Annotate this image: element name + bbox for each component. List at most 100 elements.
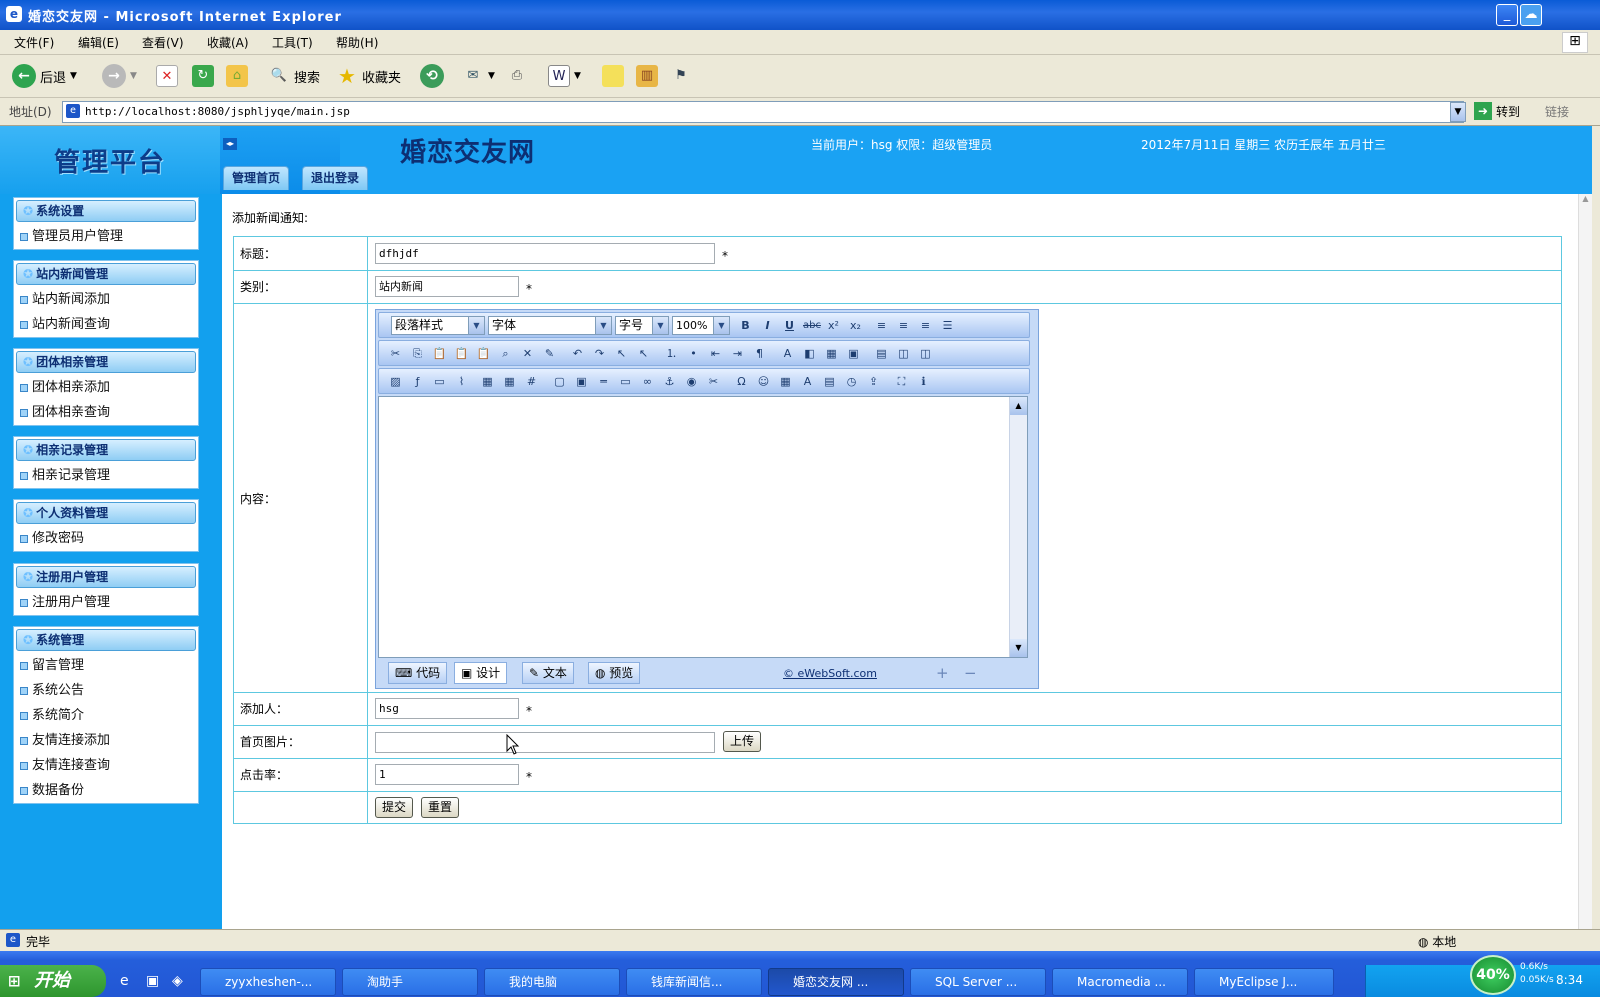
sidebar-item-group-dating-add[interactable]: 团体相亲添加 (14, 375, 198, 400)
superscript-icon[interactable]: x² (825, 317, 842, 334)
align-left-icon[interactable]: ≡ (873, 317, 890, 334)
style-icon[interactable]: ▣ (845, 345, 862, 362)
italic-icon[interactable]: I (759, 317, 776, 334)
menu-edit[interactable]: 编辑(E) (78, 34, 119, 51)
tab-preview[interactable]: ◍ 预览 (588, 662, 641, 684)
tab-design[interactable]: ▣ 设计 (454, 662, 508, 684)
task-qianku[interactable]: 钱库新闻信... (626, 968, 762, 996)
iframe-icon[interactable]: ▣ (573, 373, 590, 390)
layer-icon[interactable]: ▤ (873, 345, 890, 362)
sidebar-item-news-add[interactable]: 站内新闻添加 (14, 287, 198, 312)
collapse-sidebar-icon[interactable]: ◂▸ (223, 138, 237, 150)
font-size-select[interactable]: 字号 ▼ (615, 316, 669, 335)
quicklaunch-app-icon[interactable]: ◈ (172, 973, 183, 989)
upload-button[interactable]: 上传 (723, 731, 761, 752)
cut-icon[interactable]: ✂ (387, 345, 404, 362)
task-taozhushou[interactable]: 淘助手 (342, 968, 478, 996)
page-scrollbar[interactable]: ▲ (1578, 194, 1592, 929)
sidebar-group-header[interactable]: ✪ 注册用户管理 (16, 566, 196, 588)
task-myeclipse[interactable]: MyEclipse J... (1194, 968, 1334, 996)
submit-button[interactable]: 提交 (375, 797, 413, 818)
align-right-icon[interactable]: ≡ (917, 317, 934, 334)
indent-icon[interactable]: ⇥ (729, 345, 746, 362)
table-icon[interactable]: ▦ (479, 373, 496, 390)
marquee-icon[interactable]: ▭ (617, 373, 634, 390)
attachment-icon[interactable]: ⌇ (453, 373, 470, 390)
sidebar-item-messages[interactable]: 留言管理 (14, 653, 198, 678)
scroll-down-icon[interactable]: ▼ (1010, 639, 1027, 657)
sidebar-group-header[interactable]: ✪ 团体相亲管理 (16, 351, 196, 373)
align-center-icon[interactable]: ≡ (895, 317, 912, 334)
link-icon[interactable]: ∞ (639, 373, 656, 390)
clicks-input[interactable]: 1 (375, 764, 519, 785)
paste-word-icon[interactable]: 📋 (475, 345, 492, 362)
time-icon[interactable]: ◷ (843, 373, 860, 390)
print-icon[interactable]: ⎙ (506, 65, 528, 87)
home-icon[interactable]: ⌂ (226, 65, 248, 87)
sidebar-item-links-query[interactable]: 友情连接查询 (14, 753, 198, 778)
task-sql-server[interactable]: SQL Server ... (910, 968, 1046, 996)
author-input[interactable]: hsg (375, 698, 519, 719)
redo-icon[interactable]: ↷ (591, 345, 608, 362)
task-hunlian-active[interactable]: 婚恋交友网 ... (768, 968, 904, 996)
stop-icon[interactable]: ✕ (156, 65, 178, 87)
excel-icon[interactable]: ▦ (777, 373, 794, 390)
editor-scrollbar[interactable]: ▲ ▼ (1009, 397, 1027, 657)
ordered-list-icon[interactable]: ⒈ (663, 345, 680, 362)
search-button[interactable]: 🔍 搜索 (268, 63, 320, 89)
scroll-up-icon[interactable]: ▲ (1579, 194, 1592, 203)
history-icon[interactable]: ⟲ (420, 64, 444, 88)
menu-tools[interactable]: 工具(T) (272, 34, 313, 51)
research-icon[interactable]: ▥ (636, 65, 658, 87)
copyright-link[interactable]: © eWebSoft.com (783, 667, 877, 680)
zoom-select[interactable]: 100% ▼ (672, 316, 730, 335)
favorites-button[interactable]: ★ 收藏夹 (336, 63, 401, 89)
find-icon[interactable]: ⌕ (497, 345, 514, 362)
font-select[interactable]: 字体 ▼ (488, 316, 612, 335)
task-macromedia[interactable]: Macromedia ... (1052, 968, 1188, 996)
category-input[interactable]: 站内新闻 (375, 276, 519, 297)
minimize-button[interactable]: _ (1496, 4, 1518, 26)
date-icon[interactable]: ▤ (821, 373, 838, 390)
unlink-icon[interactable]: ✂ (705, 373, 722, 390)
flash-icon[interactable]: ƒ (409, 373, 426, 390)
strikethrough-icon[interactable]: abc (803, 317, 821, 334)
discuss-icon[interactable] (602, 65, 624, 87)
shrink-icon[interactable]: − (964, 664, 977, 682)
copy-icon[interactable]: ⎘ (409, 345, 426, 362)
table-props-icon[interactable]: ▦ (501, 373, 518, 390)
forward-button[interactable]: → ▼ (102, 63, 137, 89)
sidebar-item-change-password[interactable]: 修改密码 (14, 526, 198, 551)
bold-icon[interactable]: B (737, 317, 754, 334)
sidebar-item-announcements[interactable]: 系统公告 (14, 678, 198, 703)
art-text-icon[interactable]: A (799, 373, 816, 390)
menu-view[interactable]: 查看(V) (142, 34, 184, 51)
start-button[interactable]: ⊞ 开始 (0, 965, 106, 997)
refresh-icon[interactable]: ↻ (192, 65, 214, 87)
map-icon[interactable]: ◉ (683, 373, 700, 390)
expand-icon[interactable]: + (936, 664, 949, 682)
outdent-icon[interactable]: ⇤ (707, 345, 724, 362)
select-all-icon[interactable]: ↖ (613, 345, 630, 362)
hr-icon[interactable]: ═ (595, 373, 612, 390)
sidebar-group-header[interactable]: ✪ 相亲记录管理 (16, 439, 196, 461)
task-zyyxheshen[interactable]: zyyxheshen-... (200, 968, 336, 996)
sidebar-item-links-add[interactable]: 友情连接添加 (14, 728, 198, 753)
subscript-icon[interactable]: x₂ (847, 317, 864, 334)
nav-admin-home[interactable]: 管理首页 (223, 166, 290, 190)
delete-icon[interactable]: ✕ (519, 345, 536, 362)
sidebar-item-group-dating-query[interactable]: 团体相亲查询 (14, 400, 198, 425)
reset-button[interactable]: 重置 (421, 797, 459, 818)
font-color-icon[interactable]: A (779, 345, 796, 362)
layer-backward-icon[interactable]: ◫ (917, 345, 934, 362)
cloud-icon[interactable]: ☁ (1520, 4, 1542, 26)
network-gauge[interactable]: 40% (1470, 955, 1516, 995)
task-my-computer[interactable]: 我的电脑 (484, 968, 620, 996)
clock[interactable]: 8:34 (1556, 973, 1583, 987)
anchor-icon[interactable]: ⚓ (661, 373, 678, 390)
bg-color-icon[interactable]: ◧ (801, 345, 818, 362)
menu-favorites[interactable]: 收藏(A) (207, 34, 249, 51)
special-char-icon[interactable]: Ω (733, 373, 750, 390)
nav-logout[interactable]: 退出登录 (302, 166, 369, 190)
edit-icon[interactable]: W (548, 65, 570, 87)
